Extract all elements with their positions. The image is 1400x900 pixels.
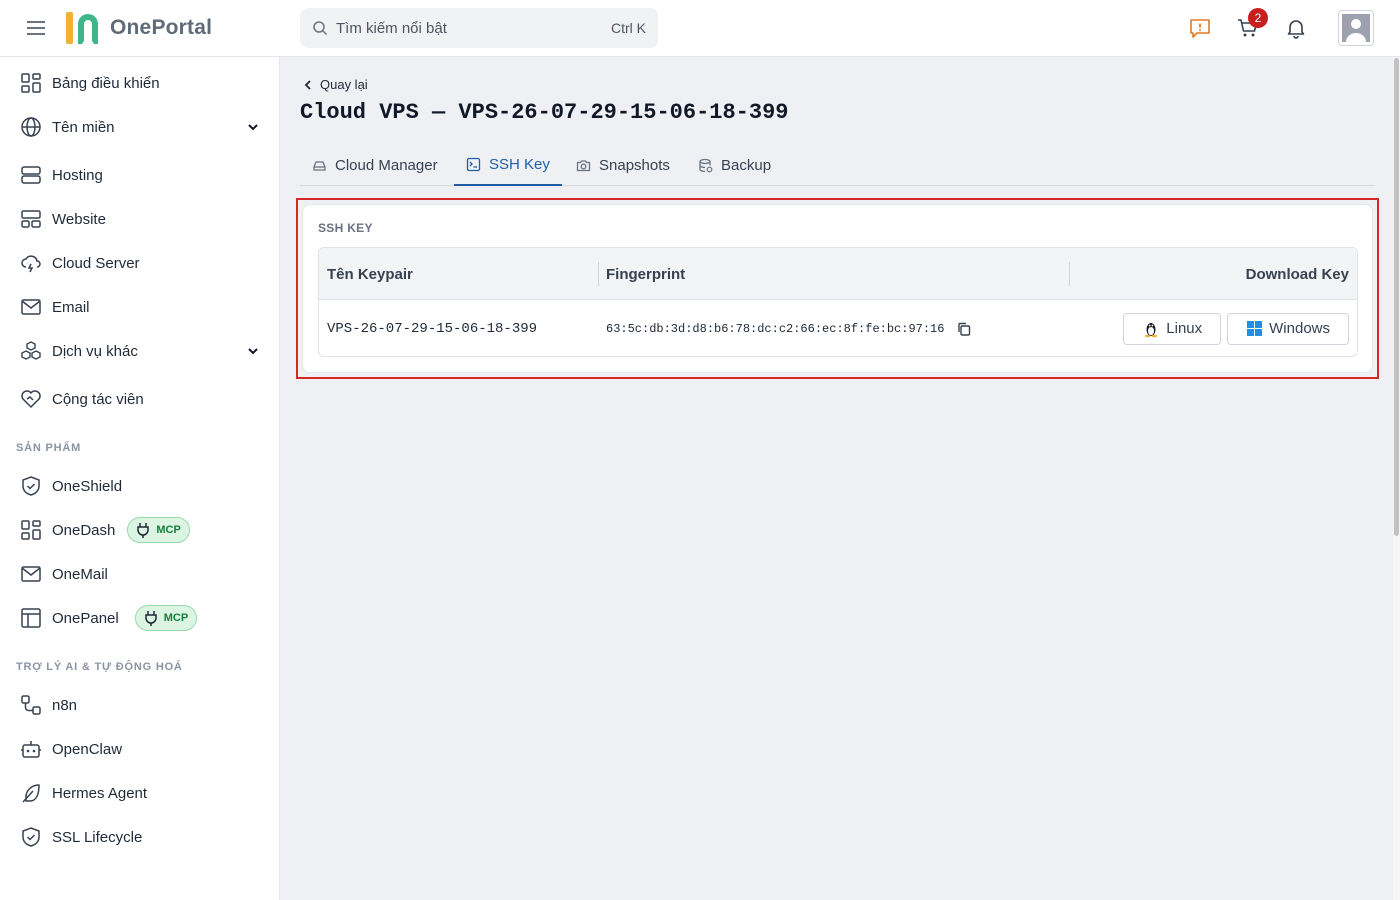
- mail-icon: [21, 299, 41, 315]
- avatar-placeholder-icon: [1342, 14, 1370, 42]
- search-shortcut: Ctrl K: [611, 20, 646, 36]
- sidebar-item-affiliate[interactable]: Cộng tác viên: [20, 381, 270, 417]
- sidebar-item-oneshield[interactable]: OneShield: [20, 468, 270, 504]
- sidebar-item-label: Cộng tác viên: [52, 390, 144, 408]
- mcp-badge: MCP: [134, 605, 198, 631]
- plug-icon: [137, 523, 150, 538]
- search-icon: [313, 21, 328, 36]
- sidebar-item-openclaw[interactable]: OpenClaw: [20, 731, 270, 767]
- sidebar: Bảng điều khiển Tên miền Hosting Website: [0, 57, 280, 900]
- page-title: Cloud VPS — VPS-26-07-29-15-06-18-399: [300, 100, 789, 125]
- shield-icon: [22, 476, 40, 496]
- mcp-badge-label: MCP: [163, 612, 189, 624]
- top-bar: OnePortal Ctrl K 2: [0, 0, 1400, 57]
- mcp-badge-label: MCP: [156, 524, 181, 536]
- cart-count-badge: 2: [1248, 8, 1268, 28]
- oneportal-logo-icon: [66, 12, 98, 44]
- mcp-badge: MCP: [127, 517, 190, 543]
- sidebar-item-label: Website: [52, 210, 106, 228]
- sidebar-item-ssl-lifecycle[interactable]: SSL Lifecycle: [20, 819, 270, 855]
- tab-label: Snapshots: [599, 157, 670, 174]
- sidebar-item-label: Cloud Server: [52, 254, 140, 272]
- sidebar-item-website[interactable]: Website: [20, 201, 270, 237]
- website-icon: [21, 210, 41, 228]
- sidebar-item-label: OnePanel: [52, 609, 119, 627]
- search-bar[interactable]: Ctrl K: [300, 8, 658, 48]
- sidebar-item-label: Tên miền: [52, 118, 115, 136]
- feedback-icon[interactable]: [1188, 16, 1212, 40]
- sidebar-item-label: OneShield: [52, 477, 123, 495]
- plug-icon: [144, 611, 157, 626]
- chevron-left-icon: [304, 79, 311, 90]
- server-icon: [21, 166, 41, 184]
- sidebar-item-label: Dịch vụ khác: [52, 342, 138, 360]
- dashboard-icon: [21, 520, 41, 540]
- sidebar-item-label: OpenClaw: [52, 740, 123, 758]
- tab-label: SSH Key: [489, 156, 550, 173]
- sidebar-item-label: n8n: [52, 696, 78, 714]
- products-section-title: SẢN PHẨM: [16, 442, 82, 454]
- globe-icon: [21, 117, 41, 137]
- tab-label: Cloud Manager: [335, 157, 438, 174]
- sidebar-item-label: Bảng điều khiển: [52, 74, 160, 92]
- sidebar-item-hermes-agent[interactable]: Hermes Agent: [20, 775, 270, 811]
- chevron-down-icon[interactable]: [246, 344, 260, 358]
- sidebar-item-label: SSL Lifecycle: [52, 828, 143, 846]
- logo[interactable]: OnePortal: [64, 10, 212, 46]
- sidebar-item-email[interactable]: Email: [20, 289, 270, 325]
- highlight-box: [296, 198, 1379, 379]
- sidebar-item-label: Hermes Agent: [52, 784, 148, 802]
- sidebar-item-n8n[interactable]: n8n: [20, 687, 270, 723]
- terminal-icon: [466, 157, 481, 172]
- back-link[interactable]: Quay lại: [302, 77, 368, 92]
- sidebar-item-label: Email: [52, 298, 90, 316]
- sidebar-item-dashboard[interactable]: Bảng điều khiển: [20, 65, 270, 101]
- feather-icon: [22, 784, 40, 803]
- database-icon: [699, 158, 713, 173]
- sidebar-item-label: OneMail: [52, 565, 108, 583]
- tab-ssh-key[interactable]: SSH Key: [454, 145, 562, 186]
- logo-text: OnePortal: [110, 16, 213, 39]
- tab-bar: Cloud Manager SSH Key Snapshots Backup: [300, 145, 1375, 186]
- sidebar-item-domains[interactable]: Tên miền: [20, 109, 270, 145]
- bell-icon[interactable]: [1284, 16, 1308, 40]
- workflow-icon: [21, 695, 41, 715]
- back-label: Quay lại: [320, 77, 368, 92]
- mail-icon: [21, 566, 41, 582]
- bot-icon: [21, 741, 41, 758]
- sidebar-item-onemail[interactable]: OneMail: [20, 556, 270, 592]
- camera-icon: [576, 160, 591, 172]
- sidebar-item-label: OneDash: [52, 521, 116, 539]
- cloud-icon: [21, 255, 41, 273]
- scrollbar-thumb[interactable]: [1394, 58, 1399, 536]
- user-avatar[interactable]: [1338, 10, 1374, 46]
- hamburger-menu-icon[interactable]: [26, 20, 46, 36]
- dashboard-icon: [21, 73, 41, 93]
- tab-backup[interactable]: Backup: [686, 145, 783, 186]
- hdd-icon: [313, 161, 326, 171]
- tab-cloud-manager[interactable]: Cloud Manager: [300, 145, 450, 186]
- tab-label: Backup: [721, 157, 772, 174]
- handshake-icon: [21, 390, 41, 408]
- sidebar-item-hosting[interactable]: Hosting: [20, 157, 270, 193]
- ai-section-title: TRỢ LÝ AI & TỰ ĐỘNG HOÁ: [16, 661, 183, 673]
- sidebar-item-label: Hosting: [52, 166, 103, 184]
- sidebar-item-onedash[interactable]: OneDash MCP: [20, 512, 270, 548]
- search-input[interactable]: [336, 19, 611, 37]
- panel-icon: [21, 608, 41, 628]
- shield-check-icon: [22, 827, 40, 847]
- chevron-down-icon[interactable]: [246, 120, 260, 134]
- boxes-icon: [21, 341, 41, 360]
- sidebar-item-other-services[interactable]: Dịch vụ khác: [20, 333, 270, 369]
- sidebar-item-onepanel[interactable]: OnePanel MCP: [20, 600, 270, 636]
- sidebar-item-cloud-server[interactable]: Cloud Server: [20, 245, 270, 281]
- tab-snapshots[interactable]: Snapshots: [564, 145, 682, 186]
